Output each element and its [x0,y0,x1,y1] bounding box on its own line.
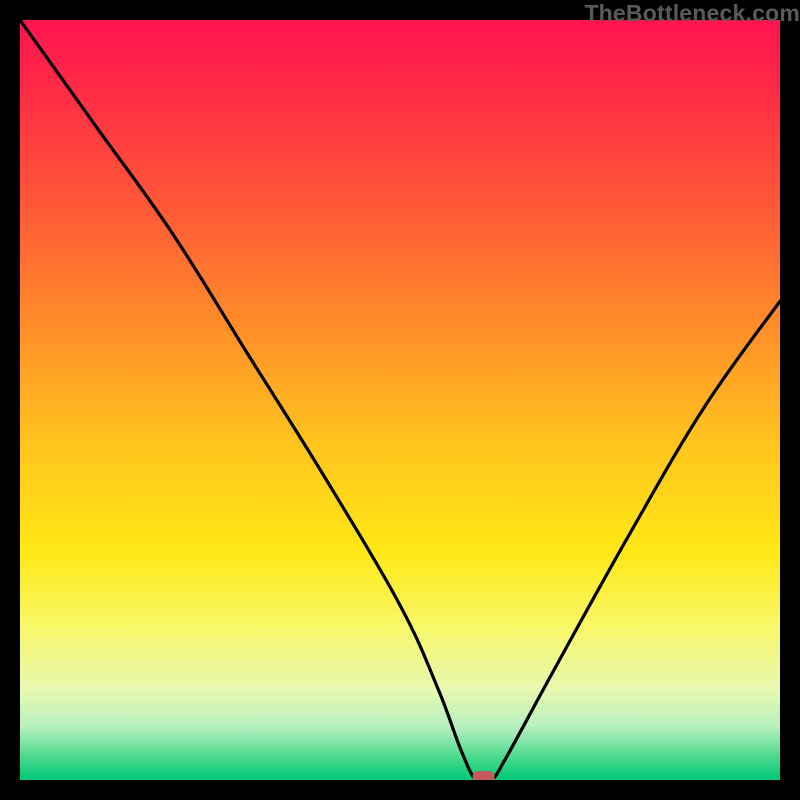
bottleneck-chart [20,20,780,780]
chart-frame [20,20,780,780]
bottleneck-marker [473,771,495,780]
gradient-background [20,20,780,780]
watermark-text: TheBottleneck.com [584,0,800,27]
